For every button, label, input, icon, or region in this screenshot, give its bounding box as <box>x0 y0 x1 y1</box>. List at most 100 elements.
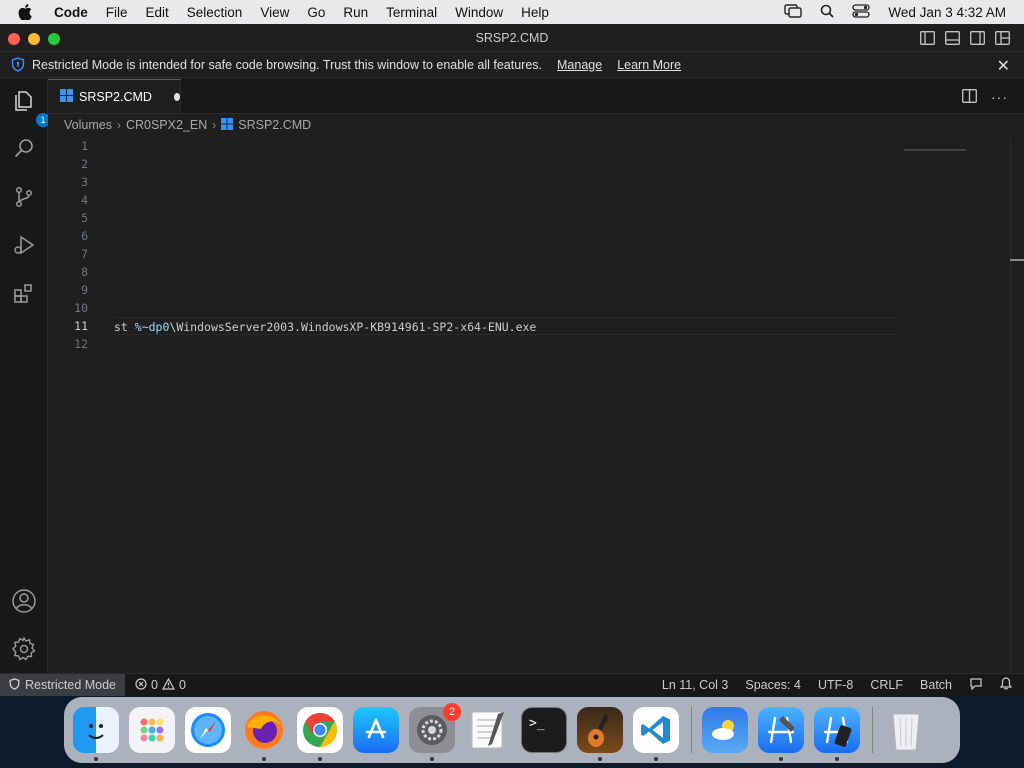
menu-view[interactable]: View <box>251 5 298 20</box>
error-icon <box>135 677 147 693</box>
code-line[interactable] <box>114 209 898 227</box>
line-number: 7 <box>81 247 88 261</box>
macos-dock: 2 >_ <box>64 697 960 763</box>
menu-selection[interactable]: Selection <box>178 5 252 20</box>
terminal-icon[interactable]: >_ <box>521 707 567 753</box>
scrollbar-thumb[interactable] <box>1010 259 1024 261</box>
restricted-mode-label: Restricted Mode <box>25 678 117 692</box>
xcode-icon[interactable] <box>758 707 804 761</box>
shield-icon <box>11 57 25 72</box>
more-actions-icon[interactable]: ··· <box>991 89 1008 106</box>
code-line[interactable] <box>114 173 898 191</box>
end-of-line[interactable]: CRLF <box>870 678 903 692</box>
finder-icon[interactable] <box>73 707 119 761</box>
split-editor-icon[interactable] <box>962 89 977 106</box>
restricted-mode-status[interactable]: Restricted Mode <box>0 674 126 696</box>
screen-mirroring-icon[interactable] <box>784 3 803 21</box>
minimize-window-button[interactable] <box>28 33 40 45</box>
close-banner-icon[interactable]: ✕ <box>997 56 1010 76</box>
code-line[interactable] <box>114 227 898 245</box>
code-line[interactable] <box>114 281 898 299</box>
control-center-icon[interactable] <box>852 3 871 21</box>
menu-code[interactable]: Code <box>52 5 97 20</box>
vscode-icon[interactable] <box>633 707 679 761</box>
code-line[interactable] <box>114 137 898 155</box>
tab-srsp2-cmd[interactable]: SRSP2.CMD <box>48 79 181 113</box>
code-text: st <box>114 320 135 334</box>
menu-window[interactable]: Window <box>446 5 512 20</box>
problems-status[interactable]: 0 0 <box>135 677 186 693</box>
menu-go[interactable]: Go <box>298 5 334 20</box>
code-lines[interactable]: st %~dp0\WindowsServer2003.WindowsXP-KB9… <box>114 137 898 353</box>
breadcrumb-volumes[interactable]: Volumes <box>64 118 112 132</box>
explorer-icon[interactable]: 1 <box>10 87 50 127</box>
chevron-right-icon: › <box>212 118 217 132</box>
code-line[interactable] <box>114 335 898 353</box>
code-text: \WindowsServer2003.WindowsXP-KB914961-SP… <box>169 320 537 334</box>
customize-layout-icon[interactable] <box>995 31 1010 50</box>
learn-more-link[interactable]: Learn More <box>617 58 681 72</box>
code-line[interactable] <box>114 191 898 209</box>
trash-icon[interactable] <box>883 707 929 753</box>
menu-run[interactable]: Run <box>334 5 377 20</box>
line-number: 10 <box>74 301 88 315</box>
apple-menu-icon[interactable] <box>18 4 38 20</box>
menu-terminal[interactable]: Terminal <box>377 5 446 20</box>
warning-count: 0 <box>178 678 186 692</box>
launchpad-icon[interactable] <box>129 707 175 753</box>
extensions-icon[interactable] <box>10 279 38 307</box>
code-editor[interactable]: 1 2 3 4 5 6 7 8 9 10 11 12 st %~dp0\Wind… <box>48 137 1024 673</box>
toggle-primary-sidebar-icon[interactable] <box>920 31 935 50</box>
chrome-icon[interactable] <box>297 707 343 761</box>
warning-icon <box>161 677 175 693</box>
notifications-bell-icon[interactable] <box>999 677 1013 693</box>
source-control-icon[interactable] <box>10 183 38 211</box>
toggle-panel-icon[interactable] <box>945 31 960 50</box>
cursor-position[interactable]: Ln 11, Col 3 <box>662 678 728 692</box>
language-mode[interactable]: Batch <box>920 678 952 692</box>
running-indicator <box>654 757 658 761</box>
minimap[interactable] <box>904 149 966 151</box>
code-line[interactable] <box>114 299 898 317</box>
code-line[interactable] <box>114 245 898 263</box>
feedback-icon[interactable] <box>969 677 983 693</box>
unsaved-dot-icon[interactable] <box>173 92 180 101</box>
indentation[interactable]: Spaces: 4 <box>745 678 801 692</box>
manage-link[interactable]: Manage <box>557 58 602 72</box>
accounts-icon[interactable] <box>10 587 38 615</box>
garageband-icon[interactable] <box>577 707 623 761</box>
code-line[interactable] <box>114 155 898 173</box>
breadcrumb-folder[interactable]: CR0SPX2_EN <box>126 118 207 132</box>
encoding[interactable]: UTF-8 <box>818 678 853 692</box>
maximize-window-button[interactable] <box>48 33 60 45</box>
weather-icon[interactable] <box>702 707 748 753</box>
safari-icon[interactable] <box>185 707 231 753</box>
firefox-icon[interactable] <box>241 707 287 761</box>
breadcrumb-file[interactable]: SRSP2.CMD <box>238 118 311 132</box>
running-indicator <box>779 757 783 761</box>
menu-edit[interactable]: Edit <box>137 5 178 20</box>
close-window-button[interactable] <box>8 33 20 45</box>
editor-area: SRSP2.CMD ··· Volumes › CR0SPX2_EN › SRS… <box>48 79 1024 673</box>
menu-file[interactable]: File <box>97 5 137 20</box>
windows-file-icon <box>221 117 234 133</box>
menu-bar-clock[interactable]: Wed Jan 3 4:32 AM <box>888 5 1006 20</box>
menu-help[interactable]: Help <box>512 5 558 20</box>
batch-variable: %~dp0 <box>134 320 170 334</box>
banner-message: Restricted Mode is intended for safe cod… <box>32 57 542 72</box>
toggle-secondary-sidebar-icon[interactable] <box>970 31 985 50</box>
run-and-debug-icon[interactable] <box>10 231 38 259</box>
code-line-current[interactable]: st %~dp0\WindowsServer2003.WindowsXP-KB9… <box>114 317 898 335</box>
running-indicator <box>94 757 98 761</box>
app-store-icon[interactable] <box>353 707 399 753</box>
spotlight-search-icon[interactable] <box>820 4 835 21</box>
simulator-icon[interactable] <box>814 707 860 761</box>
textedit-icon[interactable] <box>465 707 511 753</box>
system-settings-icon[interactable]: 2 <box>409 703 461 761</box>
vertical-scrollbar[interactable] <box>1010 137 1024 673</box>
running-indicator <box>598 757 602 761</box>
line-number: 2 <box>81 157 88 171</box>
manage-gear-icon[interactable] <box>10 635 38 663</box>
code-line[interactable] <box>114 263 898 281</box>
search-icon[interactable] <box>10 135 38 163</box>
